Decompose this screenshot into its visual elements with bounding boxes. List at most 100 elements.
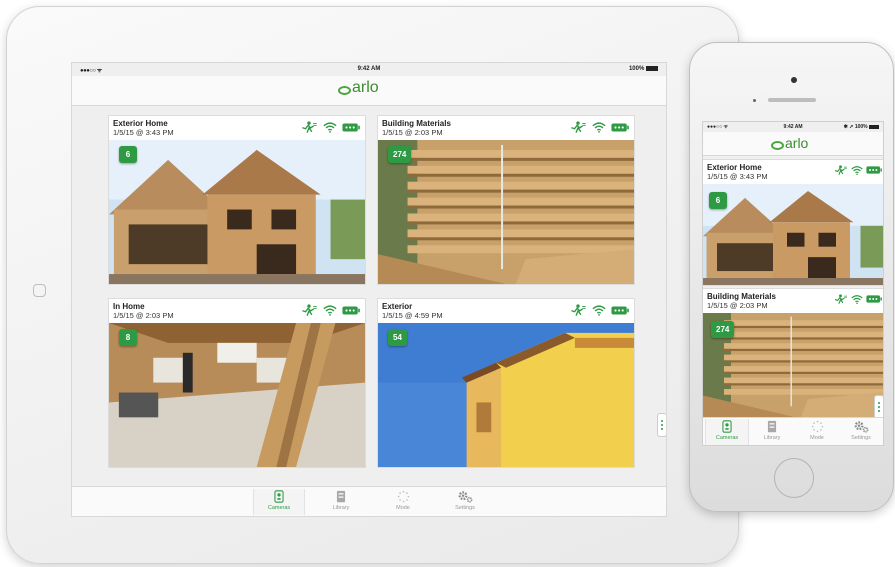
motion-icon <box>833 294 848 304</box>
tab-mode[interactable]: Mode <box>377 489 429 515</box>
mode-icon <box>811 420 824 433</box>
camera-feed-wall <box>378 323 634 467</box>
clip-count-badge[interactable]: 54 <box>388 329 407 346</box>
tablet-device: ●●●○○ ᯤ 9:42 AM 100% arlo Exterior Home … <box>6 6 739 564</box>
camera-status-icons <box>569 121 629 133</box>
camera-name: Building Materials <box>707 292 776 301</box>
camera-feed-house <box>109 140 365 284</box>
motion-icon <box>569 304 587 316</box>
camera-tile-exterior[interactable]: Exterior 1/5/15 @ 4:59 PM 54 <box>377 298 635 468</box>
camera-tile-exterior-home[interactable]: Exterior Home 1/5/15 @ 3:43 PM 6 <box>108 115 366 285</box>
camera-name: Exterior Home <box>113 119 168 128</box>
camera-name: Building Materials <box>382 119 451 128</box>
clip-count-badge[interactable]: 6 <box>119 146 137 163</box>
motion-icon <box>300 121 318 133</box>
camera-tile-header: Building Materials 1/5/15 @ 2:03 PM <box>378 116 634 140</box>
tab-bar: Cameras Library Mode Settings <box>703 417 883 445</box>
camera-icon <box>722 420 732 433</box>
camera-status-icons <box>569 304 629 316</box>
tab-settings[interactable]: Settings <box>439 489 491 515</box>
camera-feed-image[interactable]: 8 <box>109 323 365 467</box>
camera-feed-interior <box>109 323 365 467</box>
app-header: arlo <box>703 132 883 156</box>
camera-timestamp: 1/5/15 @ 2:03 PM <box>382 128 443 137</box>
phone-speaker <box>768 98 816 102</box>
camera-status-icons <box>300 304 360 316</box>
camera-timestamp: 1/5/15 @ 4:59 PM <box>382 311 443 320</box>
camera-feed-image[interactable]: 54 <box>378 323 634 467</box>
tab-library[interactable]: Library <box>315 489 367 515</box>
app-header: arlo <box>72 76 666 106</box>
camera-timestamp: 1/5/15 @ 3:43 PM <box>113 128 174 137</box>
camera-status-icons <box>300 121 360 133</box>
arlo-logo: arlo <box>338 79 379 97</box>
camera-status-icons <box>833 294 882 304</box>
camera-feed-image[interactable]: 6 <box>703 184 884 285</box>
camera-tile-header: In Home 1/5/15 @ 2:03 PM <box>109 299 365 323</box>
battery-icon <box>342 306 360 315</box>
camera-tile-header: Exterior Home 1/5/15 @ 3:43 PM <box>109 116 365 140</box>
camera-tile-header: Exterior 1/5/15 @ 4:59 PM <box>378 299 634 323</box>
tab-mode[interactable]: Mode <box>795 419 839 445</box>
battery-icon <box>866 166 882 174</box>
settings-icon <box>853 420 870 433</box>
phone-screen: ●●●○○ ᯤ 9:42 AM ✱ ➚ 100% arlo Exterior H… <box>702 121 884 446</box>
clip-count-badge[interactable]: 6 <box>709 192 727 209</box>
camera-name: Exterior <box>382 302 413 311</box>
tab-cameras[interactable]: Cameras <box>705 419 749 445</box>
camera-timestamp: 1/5/15 @ 2:03 PM <box>113 311 174 320</box>
clip-count-badge[interactable]: 274 <box>711 321 735 338</box>
camera-feed-image[interactable]: 274 <box>378 140 634 284</box>
battery-status: ✱ ➚ 100% <box>844 124 879 130</box>
camera-name: Exterior Home <box>707 163 762 172</box>
camera-timestamp: 1/5/15 @ 2:03 PM <box>707 301 768 310</box>
stage: ●●●○○ ᯤ 9:42 AM 100% arlo Exterior Home … <box>0 0 895 567</box>
more-options-handle[interactable] <box>657 413 666 437</box>
more-options-handle[interactable] <box>874 395 883 419</box>
arlo-logo-icon <box>771 140 784 150</box>
phone-front-camera <box>791 77 797 83</box>
motion-icon <box>569 121 587 133</box>
camera-status-icons <box>833 165 882 175</box>
battery-status: 100% <box>629 66 658 72</box>
camera-icon <box>274 490 284 503</box>
motion-icon <box>833 165 848 175</box>
motion-icon <box>300 304 318 316</box>
status-bar: ●●●○○ ᯤ 9:42 AM ✱ ➚ 100% <box>703 122 883 132</box>
wifi-icon <box>592 305 606 316</box>
status-time: 9:42 AM <box>357 66 381 72</box>
phone-home-button[interactable] <box>774 458 814 498</box>
wifi-icon <box>592 122 606 133</box>
camera-tile-building-materials[interactable]: Building Materials 1/5/15 @ 2:03 PM 274 <box>377 115 635 285</box>
camera-tile-exterior-home[interactable]: Exterior Home 1/5/15 @ 3:43 PM 6 <box>703 159 884 286</box>
status-bar: ●●●○○ ᯤ 9:42 AM 100% <box>72 63 666 76</box>
arlo-logo: arlo <box>771 135 808 151</box>
library-icon <box>336 490 346 503</box>
mode-icon <box>397 490 410 503</box>
tab-settings[interactable]: Settings <box>839 419 883 445</box>
camera-feed-lumber <box>378 140 634 284</box>
camera-tile-in-home[interactable]: In Home 1/5/15 @ 2:03 PM 8 <box>108 298 366 468</box>
battery-icon <box>866 295 882 303</box>
settings-icon <box>457 490 474 503</box>
camera-name: In Home <box>113 302 145 311</box>
camera-feed-house <box>703 184 884 285</box>
clip-count-badge[interactable]: 8 <box>119 329 137 346</box>
wifi-icon <box>851 166 863 175</box>
battery-icon <box>611 123 629 132</box>
tab-library[interactable]: Library <box>750 419 794 445</box>
wifi-icon <box>323 305 337 316</box>
camera-tile-header: Building Materials 1/5/15 @ 2:03 PM <box>703 289 883 313</box>
battery-icon <box>611 306 629 315</box>
camera-tile-building-materials[interactable]: Building Materials 1/5/15 @ 2:03 PM 274 <box>703 288 884 418</box>
phone-sensor <box>753 99 756 102</box>
tab-cameras[interactable]: Cameras <box>253 489 305 515</box>
camera-feed-image[interactable]: 274 <box>703 313 884 417</box>
camera-feed-image[interactable]: 6 <box>109 140 365 284</box>
wifi-icon <box>851 295 863 304</box>
tablet-screen: ●●●○○ ᯤ 9:42 AM 100% arlo Exterior Home … <box>71 62 667 517</box>
clip-count-badge[interactable]: 274 <box>388 146 412 163</box>
battery-icon <box>342 123 360 132</box>
arlo-logo-icon <box>338 85 351 95</box>
tablet-home-button[interactable] <box>33 284 46 297</box>
